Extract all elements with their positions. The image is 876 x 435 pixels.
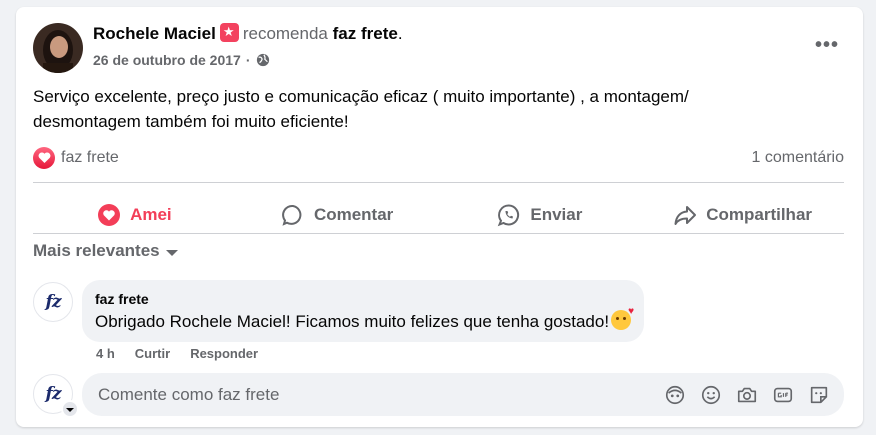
comment-actions: 4 h Curtir Responder: [96, 346, 258, 361]
like-comment-button[interactable]: Curtir: [135, 346, 170, 361]
emoji-icon[interactable]: [700, 384, 722, 406]
smiling-face-with-hearts-icon: [611, 306, 634, 330]
comment-composer: [82, 373, 844, 416]
fazfrete-logo: fz: [45, 292, 62, 312]
header-period: .: [397, 24, 403, 43]
post-text-line: desmontagem também foi muito eficiente!: [33, 112, 349, 131]
page-name[interactable]: faz frete: [333, 24, 398, 43]
sticker-icon[interactable]: [808, 384, 830, 406]
commenter-name[interactable]: faz frete: [95, 291, 631, 307]
fazfrete-logo: fz: [45, 384, 62, 404]
avatar-sticker-icon[interactable]: [664, 384, 686, 406]
sort-label: Mais relevantes: [33, 241, 160, 260]
love-label: Amei: [130, 204, 172, 224]
meta-separator: ·: [245, 52, 251, 68]
comment-count[interactable]: 1 comentário: [752, 149, 845, 167]
comment-button[interactable]: Comentar: [236, 190, 439, 239]
love-button[interactable]: Amei: [33, 190, 236, 239]
divider: [33, 233, 844, 234]
author-name[interactable]: Rochele Maciel: [93, 24, 216, 43]
heart-icon: [98, 203, 121, 226]
share-button[interactable]: Compartilhar: [641, 190, 844, 239]
reply-button[interactable]: Responder: [190, 346, 258, 361]
recommend-icon: [219, 23, 239, 42]
post-card: Rochele Maciel recomenda faz frete. 26 de…: [16, 7, 863, 427]
author-avatar[interactable]: [33, 23, 83, 73]
reactor-name: faz frete: [61, 149, 119, 166]
recommend-verb: recomenda: [242, 24, 328, 43]
gif-icon[interactable]: [772, 384, 794, 406]
send-label: Enviar: [530, 204, 583, 224]
caret-down-icon: [165, 249, 178, 256]
send-button[interactable]: Enviar: [439, 190, 642, 239]
divider: [33, 182, 844, 183]
comment-bubble: faz frete Obrigado Rochele Maciel! Ficam…: [82, 280, 645, 342]
camera-icon[interactable]: [736, 384, 758, 406]
comment-input[interactable]: [96, 383, 664, 406]
post-text-line: Serviço excelente, preço justo e comunic…: [33, 87, 689, 106]
comment-sort-dropdown[interactable]: Mais relevantes: [33, 241, 178, 261]
profile-switch-caret-icon[interactable]: [61, 400, 79, 418]
post-text: Serviço excelente, preço justo e comunic…: [33, 84, 813, 134]
composer-icons: [664, 384, 830, 406]
comment-icon: [282, 204, 302, 226]
comment-text: Obrigado Rochele Maciel! Ficamos muito f…: [95, 312, 610, 331]
post-date[interactable]: 26 de outubro de 2017: [93, 52, 241, 68]
action-bar: Amei Comentar Enviar Compartilhar: [33, 190, 844, 239]
love-reaction-icon: [33, 147, 55, 169]
more-options-icon[interactable]: •••: [813, 31, 841, 59]
share-label: Compartilhar: [706, 204, 813, 224]
post-header: Rochele Maciel recomenda faz frete.: [93, 23, 403, 44]
commenter-avatar[interactable]: fz: [33, 282, 73, 322]
reactions-summary: faz frete 1 comentário: [33, 144, 844, 172]
share-icon: [674, 205, 697, 225]
comment-text-row: Obrigado Rochele Maciel! Ficamos muito f…: [95, 306, 634, 332]
whatsapp-icon: [498, 203, 520, 226]
comment-time[interactable]: 4 h: [96, 346, 115, 361]
comment-label: Comentar: [313, 204, 394, 224]
post-meta: 26 de outubro de 2017 ·: [93, 52, 270, 68]
reactions-left[interactable]: faz frete: [33, 147, 119, 169]
globe-icon: [256, 53, 269, 67]
